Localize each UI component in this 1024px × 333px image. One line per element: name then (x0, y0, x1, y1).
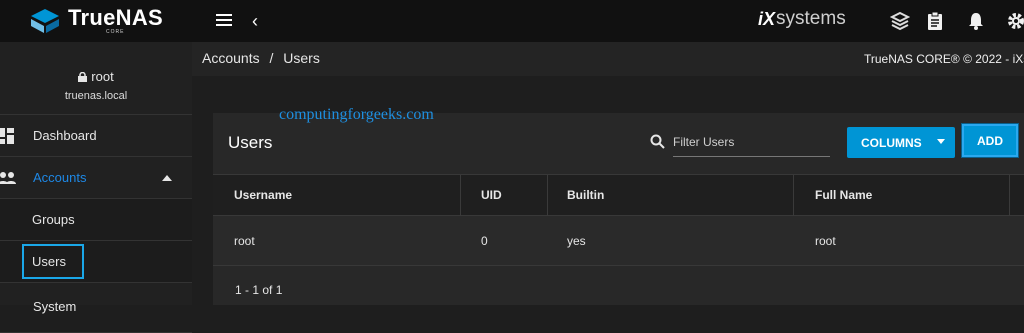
add-button[interactable]: ADD (961, 123, 1019, 158)
search-icon (650, 134, 665, 149)
column-header-username[interactable]: Username (234, 188, 292, 202)
ixsystems-logo[interactable]: iX systems (758, 8, 846, 30)
user-info: root truenas.local (0, 42, 192, 115)
sidebar-item-label: Dashboard (33, 128, 97, 143)
logo-name: TrueNAS (68, 5, 164, 30)
sidebar-item-users[interactable]: Users (0, 241, 192, 283)
logo-subtitle: CORE (106, 29, 125, 35)
breadcrumb: Accounts / Users (202, 50, 320, 66)
caret-up-icon (162, 175, 172, 181)
column-divider (547, 175, 548, 217)
sidebar: root truenas.local Dashboard Accounts Gr… (0, 42, 192, 333)
truenas-logo-icon (31, 9, 59, 33)
column-divider (460, 175, 461, 217)
card-title: Users (228, 133, 273, 152)
pagination-info: 1 - 1 of 1 (235, 283, 283, 297)
users-icon (0, 171, 16, 184)
sidebar-item-label: Groups (32, 212, 75, 227)
bell-icon[interactable] (966, 11, 986, 31)
sidebar-item-groups[interactable]: Groups (0, 199, 192, 241)
sidebar-item-dashboard[interactable]: Dashboard (0, 115, 192, 157)
watermark-text: computingforgeeks.com (279, 106, 434, 123)
column-header-full-name[interactable]: Full Name (815, 188, 872, 202)
table-header: Username UID Builtin Full Name (213, 174, 1024, 217)
cell-builtin: yes (567, 234, 586, 248)
sidebar-item-accounts[interactable]: Accounts (0, 157, 192, 199)
caret-down-icon (937, 139, 945, 144)
breadcrumb-accounts[interactable]: Accounts (202, 50, 260, 66)
columns-button-label: COLUMNS (861, 135, 922, 150)
sidebar-item-system[interactable]: System (0, 291, 192, 333)
sidebar-item-label: Users (22, 244, 84, 279)
dashboard-icon (0, 127, 14, 144)
filter-users-input[interactable]: Filter Users (673, 131, 830, 157)
breadcrumb-users: Users (283, 50, 320, 66)
column-header-uid[interactable]: UID (481, 188, 502, 202)
column-divider (1009, 175, 1010, 217)
column-divider (793, 175, 794, 217)
cell-full-name: root (815, 234, 836, 248)
users-card: Users Filter Users COLUMNS ADD Username … (213, 113, 1024, 305)
columns-button[interactable]: COLUMNS (847, 127, 955, 158)
lock-icon (78, 71, 88, 82)
clipboard-icon[interactable] (925, 11, 945, 31)
cell-uid: 0 (481, 234, 488, 248)
column-header-builtin[interactable]: Builtin (567, 188, 604, 202)
username-label: root (91, 69, 114, 84)
truenas-logo[interactable]: TrueNAS CORE (28, 7, 163, 35)
breadcrumb-bar: Accounts / Users TrueNAS CORE® © 2022 - … (192, 42, 1024, 76)
top-bar: TrueNAS CORE ‹ iX systems (0, 0, 1024, 42)
table-row[interactable]: root 0 yes root (213, 216, 1024, 266)
copyright-text: TrueNAS CORE® © 2022 - iXs (864, 52, 1024, 66)
layers-icon[interactable] (890, 11, 910, 31)
menu-icon[interactable] (216, 14, 232, 28)
ix-badge: iX (758, 8, 776, 29)
chevron-left-icon[interactable]: ‹ (252, 11, 258, 31)
cell-username: root (234, 234, 255, 248)
hostname-label: truenas.local (64, 90, 128, 102)
ix-word: systems (776, 8, 846, 29)
sidebar-item-label: Accounts (33, 170, 87, 185)
gear-icon[interactable] (1006, 11, 1024, 31)
breadcrumb-separator: / (269, 50, 274, 66)
sidebar-item-label: System (33, 299, 77, 314)
